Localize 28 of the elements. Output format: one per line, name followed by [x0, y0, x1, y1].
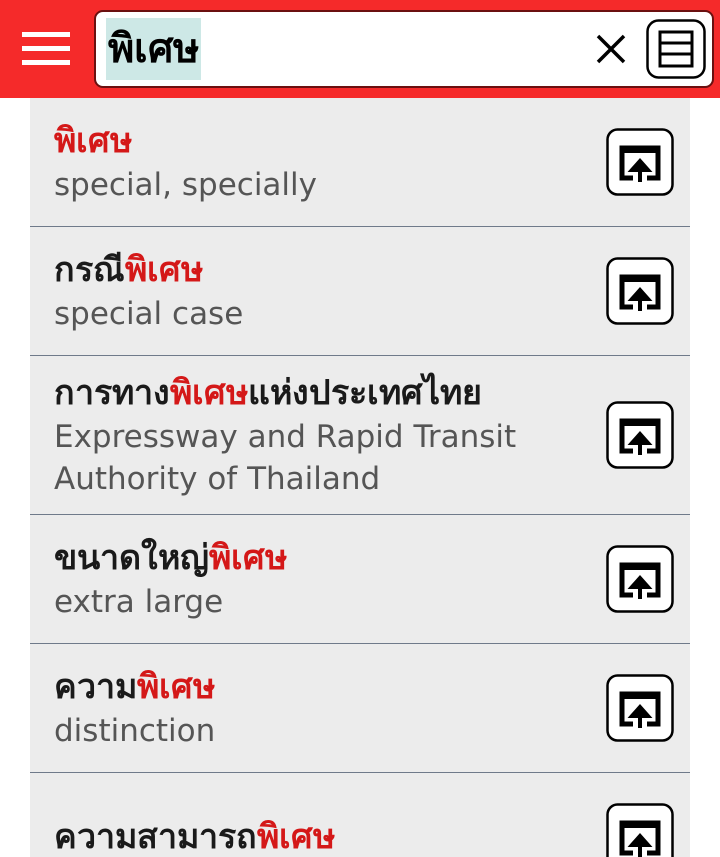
search-field[interactable]: พิเศษ — [94, 10, 714, 88]
result-row[interactable]: ขนาดใหญ่พิเศษ extra large — [30, 515, 690, 644]
clear-icon[interactable] — [596, 34, 626, 64]
open-icon[interactable] — [606, 401, 674, 469]
result-row[interactable]: การทางพิเศษแห่งประเทศไทย Expressway and Rapid Transit Authority of Thailand — [30, 356, 690, 515]
headword: การทางพิเศษแห่งประเทศไทย — [54, 372, 483, 415]
meaning: special, specially — [54, 166, 318, 205]
result-row[interactable]: กรณีพิเศษ special case — [30, 227, 690, 356]
result-row[interactable]: ความพิเศษ distinction — [30, 644, 690, 773]
result-row[interactable]: ความสามารถพิเศษ — [30, 773, 690, 857]
headword: กรณีพิเศษ — [54, 249, 204, 292]
open-icon[interactable] — [606, 545, 674, 613]
search-text: พิเศษ — [106, 18, 201, 80]
open-icon[interactable] — [606, 674, 674, 742]
headword: ความพิเศษ — [54, 666, 216, 709]
meaning: special case — [54, 295, 244, 334]
open-icon[interactable] — [606, 257, 674, 325]
menu-icon[interactable] — [22, 32, 70, 66]
headword: ความสามารถพิเศษ — [54, 816, 336, 857]
headword: พิเศษ — [54, 120, 133, 163]
open-icon[interactable] — [606, 128, 674, 196]
list-view-button[interactable] — [646, 19, 706, 79]
open-icon[interactable] — [606, 803, 674, 857]
meaning: extra large — [54, 583, 224, 622]
meaning: Expressway and Rapid Transit Authority of Thailand — [54, 418, 518, 499]
result-row[interactable]: พิเศษ special, specially — [30, 98, 690, 227]
meaning: distinction — [54, 712, 216, 751]
headword: ขนาดใหญ่พิเศษ — [54, 536, 288, 580]
